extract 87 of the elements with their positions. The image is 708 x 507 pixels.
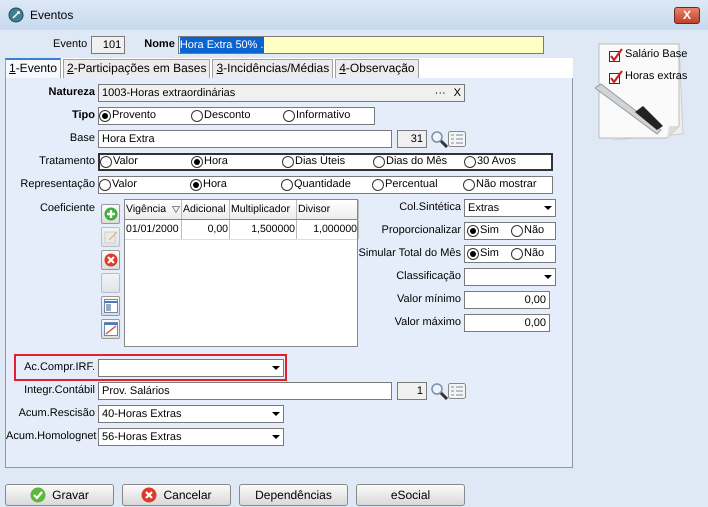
- field-label: Nome: [144, 38, 175, 52]
- tab[interactable]: 1-Evento: [5, 58, 62, 78]
- dropdown[interactable]: [98, 358, 284, 376]
- columns-button[interactable]: [101, 296, 120, 316]
- checkbox-label: Horas extras: [625, 70, 688, 84]
- radio-option[interactable]: Provento: [99, 109, 191, 123]
- table-cell: 01/01/2000: [125, 220, 182, 239]
- field-value: 1003-Horas extraordinárias: [102, 86, 236, 101]
- radio-option[interactable]: Valor: [99, 178, 190, 192]
- radio-option[interactable]: Desconto: [191, 109, 283, 123]
- caret-icon: [544, 275, 552, 279]
- browse-button[interactable]: ···: [434, 85, 446, 101]
- caret-icon: [544, 206, 552, 210]
- selected-text: Hora Extra 50% .: [180, 36, 264, 52]
- name-field[interactable]: Hora Extra 50% .: [178, 36, 544, 54]
- number-field[interactable]: 0,00: [464, 291, 550, 309]
- column-header[interactable]: Divisor: [297, 200, 359, 219]
- tab[interactable]: 2-Participações em Bases: [63, 59, 210, 78]
- table-cell: 1,000000: [297, 220, 359, 239]
- field-label: Integr.Contábil: [23, 384, 96, 398]
- caret-icon: [272, 412, 280, 416]
- app-icon: [8, 7, 24, 23]
- window-title: Eventos: [30, 8, 74, 22]
- tab[interactable]: 3-Incidências/Médias: [212, 59, 334, 78]
- field-label: Classificação: [395, 270, 462, 284]
- radio-option[interactable]: Informativo: [283, 109, 375, 123]
- field-label: Simular Total do Mês: [358, 247, 462, 261]
- field-label: Natureza: [48, 86, 96, 100]
- dialog-button[interactable]: eSocial: [356, 484, 465, 506]
- number-field[interactable]: 0,00: [464, 314, 550, 332]
- field-label: Col.Sintética: [398, 201, 462, 215]
- code-field[interactable]: 101: [91, 36, 126, 54]
- dialog-button[interactable]: Gravar: [5, 484, 114, 506]
- field-label: Coeficiente: [38, 202, 96, 216]
- radio-option[interactable]: Valor: [100, 155, 191, 169]
- radio-option[interactable]: Não: [511, 247, 555, 261]
- column-header[interactable]: Vigência: [125, 200, 182, 219]
- radio-option[interactable]: Não: [511, 224, 555, 238]
- field-label: Ac.Compr.IRF.: [23, 360, 96, 374]
- dropdown[interactable]: 56-Horas Extras: [98, 428, 284, 446]
- search-icon[interactable]: [430, 130, 448, 148]
- dropdown[interactable]: [464, 268, 556, 286]
- dialog-button[interactable]: Dependências: [239, 484, 348, 506]
- sort-icon: [172, 206, 180, 213]
- radio-option[interactable]: Não mostrar: [463, 178, 554, 192]
- field-label: Tratamento: [38, 155, 96, 169]
- clear-button[interactable]: X: [454, 85, 461, 101]
- close-button[interactable]: X: [674, 6, 700, 24]
- caret-icon: [272, 366, 280, 370]
- form-button[interactable]: [101, 319, 120, 339]
- radio-option[interactable]: Hora: [191, 155, 282, 169]
- tab[interactable]: 4-Observação: [335, 59, 419, 78]
- column-header[interactable]: Adicional: [182, 200, 230, 219]
- field-label: Representação: [19, 178, 96, 192]
- delete-button[interactable]: [101, 250, 120, 270]
- text-field[interactable]: Prov. Salários: [98, 382, 392, 400]
- text-field[interactable]: Hora Extra: [98, 130, 392, 148]
- radio-option[interactable]: Dias do Mês: [373, 155, 464, 169]
- field-label: Valor mínimo: [396, 293, 462, 307]
- field-label: Base: [68, 132, 96, 146]
- radio-option[interactable]: Dias Úteis: [282, 155, 373, 169]
- radio-option[interactable]: Percentual: [372, 178, 463, 192]
- field-label: Acum.Homolognet: [6, 430, 98, 444]
- checkbox-label: Salário Base: [625, 48, 688, 62]
- cancel-icon: [141, 487, 158, 503]
- radio-option[interactable]: Hora: [190, 178, 281, 192]
- radio-option[interactable]: 30 Avos: [464, 155, 555, 169]
- check-icon: [30, 487, 46, 503]
- field-label: Valor máximo: [394, 316, 462, 330]
- radio-option[interactable]: Quantidade: [281, 178, 372, 192]
- code-field[interactable]: 1: [397, 382, 427, 400]
- add-button[interactable]: [101, 204, 120, 224]
- code-field[interactable]: 31: [397, 130, 427, 148]
- radio-option[interactable]: Sim: [467, 247, 511, 261]
- field-label: Evento: [53, 38, 88, 52]
- search-icon[interactable]: [430, 382, 448, 400]
- field-label: Acum.Rescisão: [18, 407, 96, 421]
- table-cell: 1,500000: [230, 220, 297, 239]
- field-label: Tipo: [70, 109, 96, 123]
- table-cell: 0,00: [182, 220, 230, 239]
- dialog-button[interactable]: Cancelar: [122, 484, 231, 506]
- caret-icon: [272, 435, 280, 439]
- field-label: Proporcionalizar: [380, 224, 462, 238]
- radio-option[interactable]: Sim: [467, 224, 511, 238]
- dropdown[interactable]: 40-Horas Extras: [98, 405, 284, 423]
- column-header[interactable]: Multiplicador: [230, 200, 297, 219]
- dropdown[interactable]: Extras: [464, 199, 556, 217]
